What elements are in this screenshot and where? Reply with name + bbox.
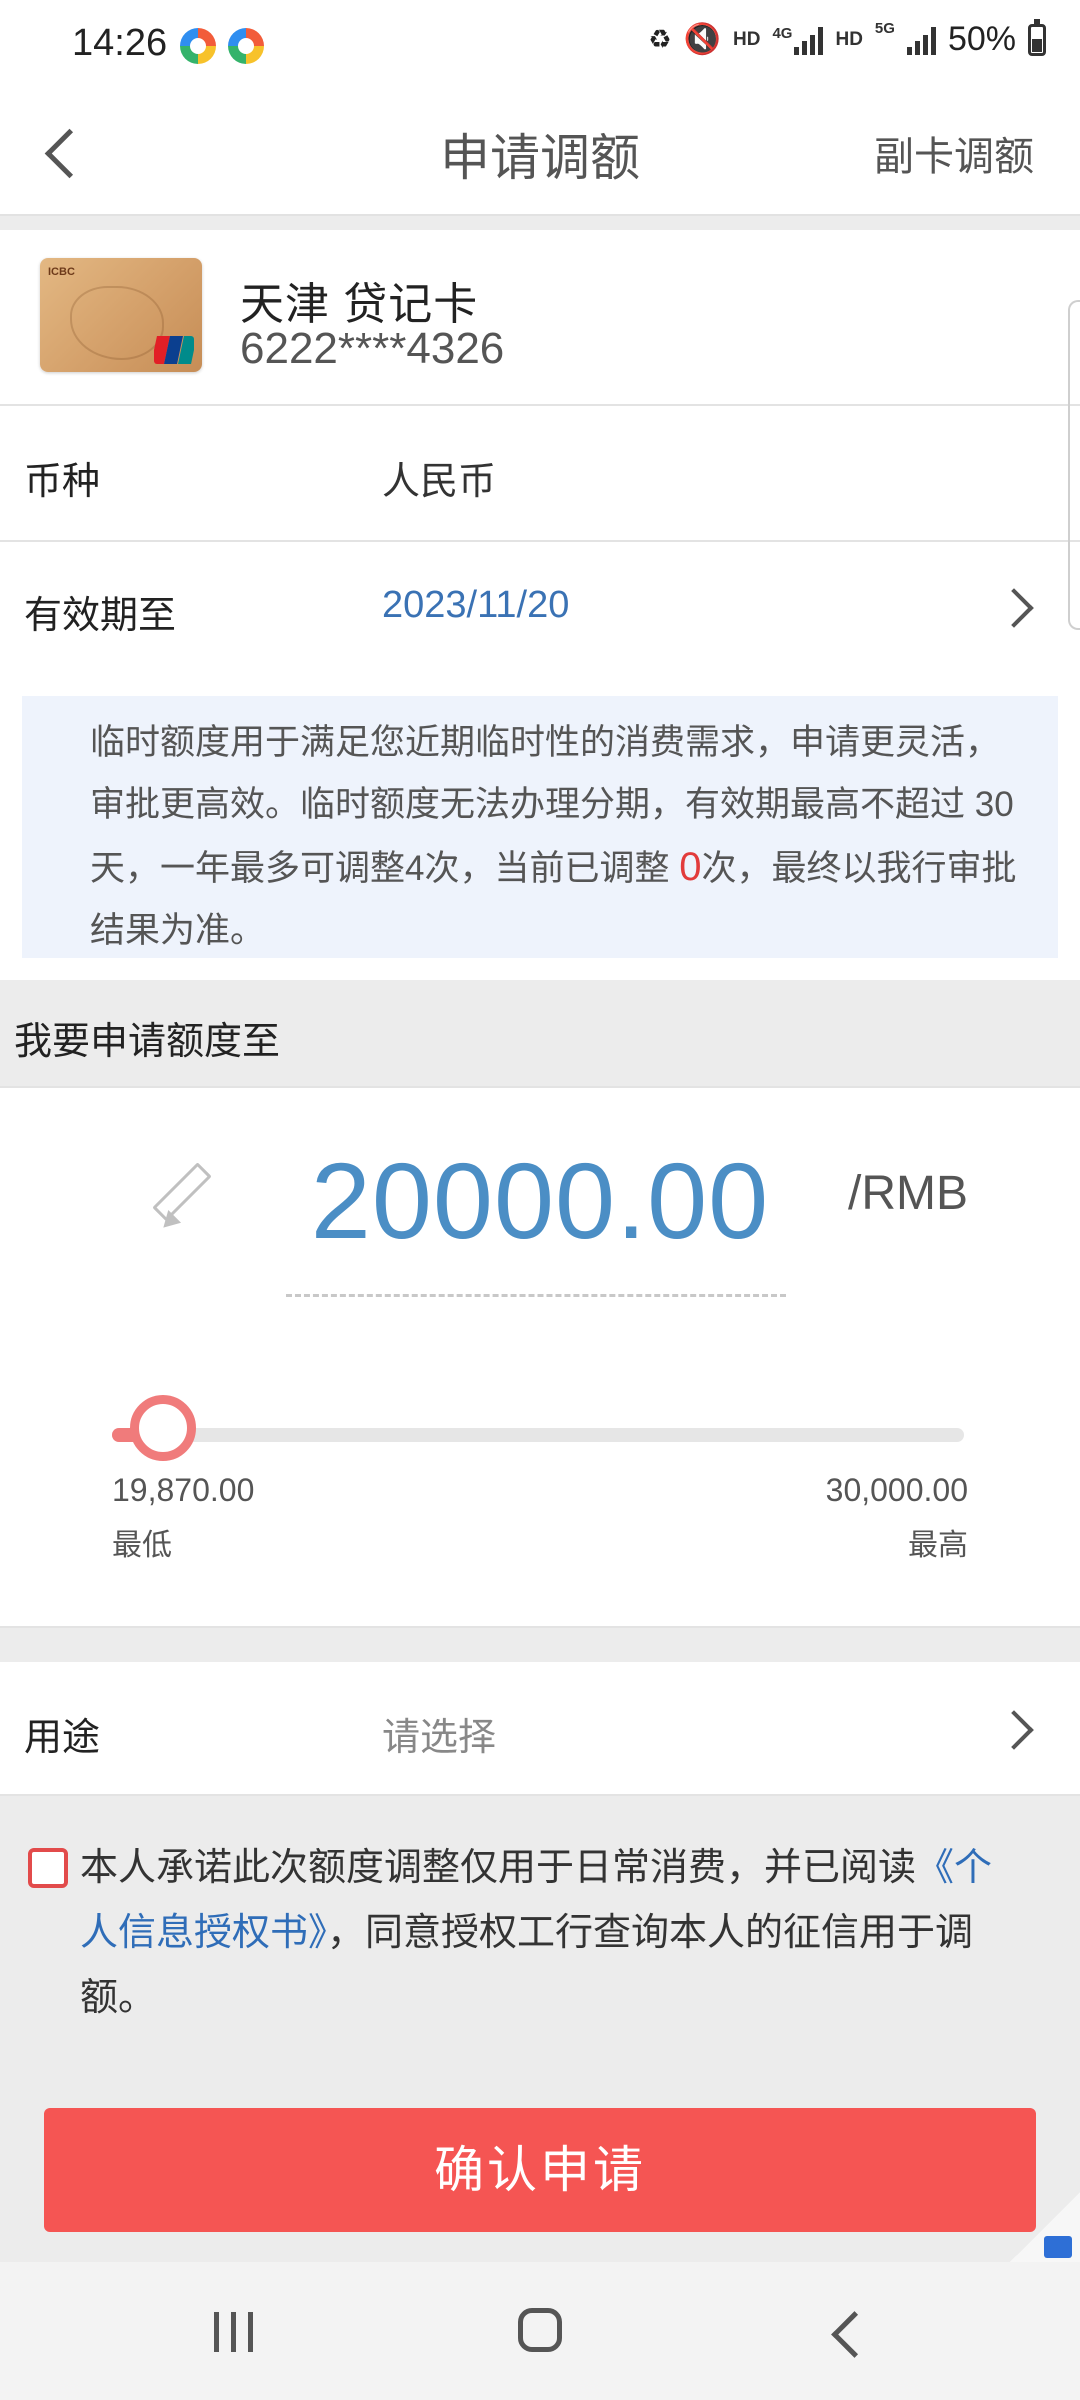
unionpay-icon <box>154 336 194 364</box>
system-nav-bar <box>0 2262 1080 2400</box>
currency-label: 币种 <box>24 461 101 503</box>
card-number: 6222****4326 <box>240 324 505 373</box>
slider-min-value: 19,870.00 <box>112 1472 255 1508</box>
section-header: 我要申请额度至 <box>14 1021 281 1063</box>
battery-percent: 50% <box>947 20 1016 58</box>
agreement-text: 本人承诺此次额度调整仅用于日常消费，并已阅读《个人信息授权书》，同意授权工行查询… <box>80 1836 1020 2031</box>
usage-select[interactable]: 请选择 <box>382 1706 496 1761</box>
mute-icon: 🔇 <box>683 23 721 56</box>
status-time: 14:26 <box>72 22 168 64</box>
app-notification-icon <box>228 28 264 64</box>
amount-underline <box>286 1294 786 1297</box>
recent-apps-icon[interactable] <box>214 2312 253 2352</box>
status-indicators: ♻ 🔇 HD 4G HD 5G 50% <box>648 18 1046 59</box>
amount-panel: 20000.00 /RMB 19,870.00 最低 30,000.00 最高 <box>0 1086 1080 1628</box>
signal-4g: 4G <box>772 25 824 55</box>
status-bar: 14:26 ♻ 🔇 HD 4G HD 5G 50% <box>0 0 1080 94</box>
signal-icon <box>794 25 824 55</box>
usage-label: 用途 <box>24 1717 101 1759</box>
folder-icon <box>1044 2236 1072 2258</box>
confirm-button[interactable]: 确认申请 <box>44 2108 1036 2232</box>
recycle-icon: ♻ <box>648 24 672 54</box>
scroll-indicator <box>1068 300 1080 630</box>
chevron-right-icon <box>994 1710 1034 1750</box>
usage-row[interactable]: 用途 请选择 <box>0 1662 1080 1796</box>
validity-row[interactable]: 有效期至 2023/11/20 <box>0 542 1080 674</box>
card-image: ICBC <box>40 258 202 372</box>
agreement-text-start: 本人承诺此次额度调整仅用于日常消费，并已阅读 <box>80 1847 917 1889</box>
notice-box: 临时额度用于满足您近期临时性的消费需求，申请更灵活，审批更高效。临时额度无法办理… <box>22 696 1058 958</box>
card-pattern <box>70 286 164 360</box>
slider-min-label: 最低 <box>112 1529 172 1562</box>
adjust-count: 0 <box>679 845 702 889</box>
validity-date: 2023/11/20 <box>382 584 570 626</box>
slider-track[interactable] <box>112 1428 964 1442</box>
card-info: ICBC 天津 贷记卡 6222****4326 <box>0 230 1080 406</box>
slider-max-value: 30,000.00 <box>825 1472 968 1508</box>
supplementary-card-adjust-link[interactable]: 副卡调额 <box>874 124 1034 182</box>
bank-logo: ICBC <box>48 266 75 278</box>
network-5g: 5G <box>874 20 895 37</box>
home-icon[interactable] <box>518 2308 562 2352</box>
signal-icon <box>906 25 936 55</box>
slider-max-label: 最高 <box>908 1529 968 1562</box>
nav-bar: 申请调额 副卡调额 <box>0 94 1080 216</box>
chevron-right-icon <box>994 588 1034 628</box>
hd-label: HD <box>733 28 761 50</box>
currency-row: 币种 人民币 <box>0 406 1080 542</box>
app-notification-icon <box>180 28 216 64</box>
back-icon[interactable] <box>831 2311 878 2358</box>
amount-unit: /RMB <box>848 1167 968 1220</box>
notice-section: 临时额度用于满足您近期临时性的消费需求，申请更灵活，审批更高效。临时额度无法办理… <box>0 674 1080 980</box>
card-name: 天津 贷记卡 <box>240 280 479 329</box>
validity-label: 有效期至 <box>24 595 177 637</box>
agreement-checkbox[interactable] <box>28 1848 68 1888</box>
battery-icon <box>1028 18 1046 56</box>
hd-label: HD <box>835 28 863 50</box>
currency-value: 人民币 <box>382 461 497 503</box>
slider-thumb[interactable] <box>129 1395 196 1461</box>
